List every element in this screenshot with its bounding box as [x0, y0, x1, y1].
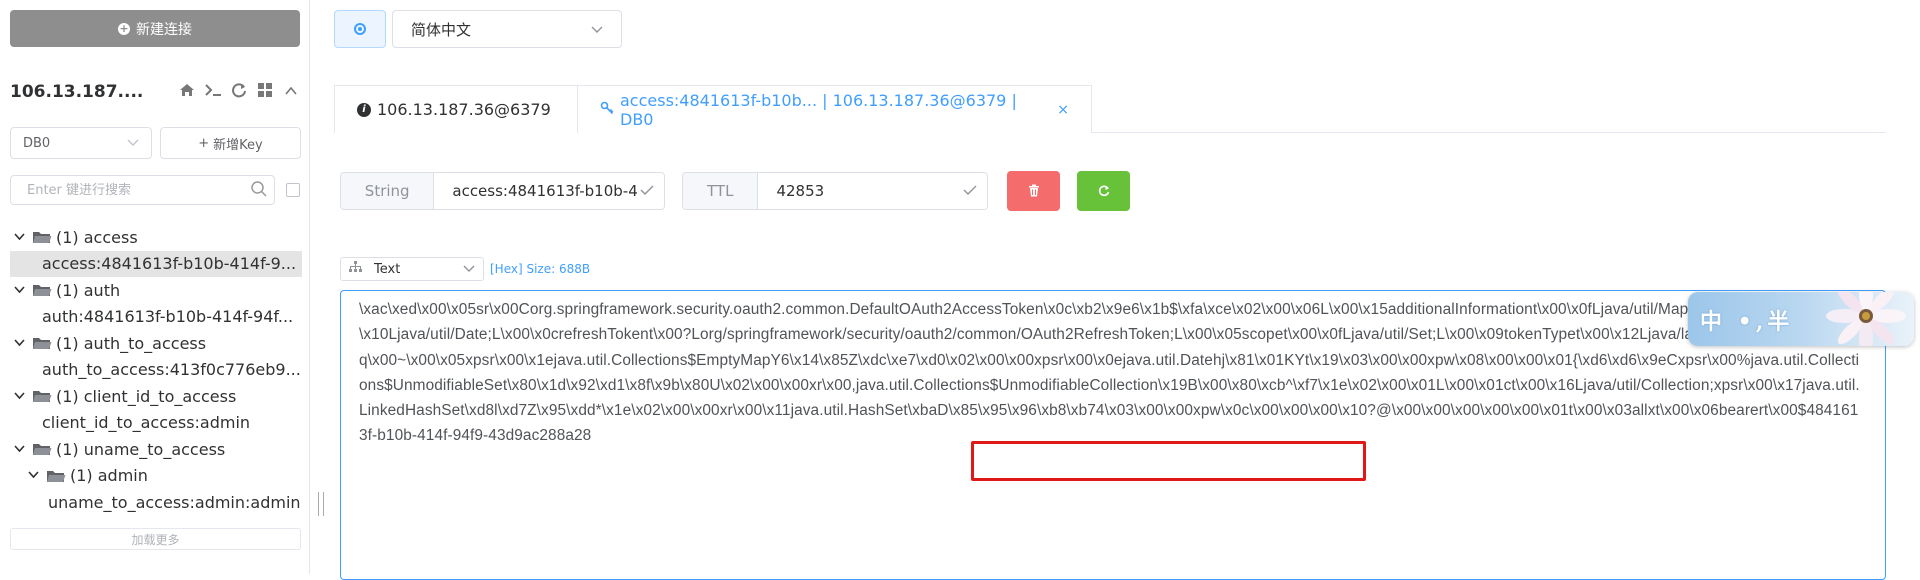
check-icon[interactable] [640, 182, 654, 200]
format-value: Text [374, 261, 401, 277]
db-select-value: DB0 [23, 135, 51, 151]
folder-open-icon [46, 468, 66, 484]
value-size-info: [Hex] Size: 688B [490, 262, 591, 276]
tree-key-item[interactable]: client_id_to_access:admin [10, 410, 302, 437]
check-icon[interactable] [963, 182, 977, 200]
load-more-button[interactable]: 加载更多 [10, 528, 301, 550]
ttl-value: 42853 [776, 182, 825, 200]
tree-item-label: uname_to_access:admin:admin [48, 492, 301, 512]
ttl-input[interactable]: 42853 [758, 173, 987, 209]
tree-item-label: client_id_to_access:admin [42, 413, 251, 433]
terminal-icon[interactable] [204, 82, 222, 102]
search-icon[interactable] [250, 180, 268, 198]
exact-search-checkbox[interactable] [286, 183, 300, 197]
tree-item-label: (1) admin [70, 466, 148, 486]
chevron-down-icon [463, 262, 475, 277]
tree-item-label: auth:4841613f-b10b-414f-94f... [42, 307, 294, 327]
key-type-label: String [341, 173, 435, 209]
trash-icon [1028, 182, 1040, 201]
tree-key-item[interactable]: auth:4841613f-b10b-414f-94f... [10, 304, 302, 331]
key-icon [600, 101, 614, 119]
caret-down-icon[interactable] [14, 337, 28, 350]
tree-item-label: (1) access [56, 227, 138, 247]
caret-down-icon[interactable] [14, 284, 28, 297]
refresh-icon[interactable] [230, 82, 248, 102]
tab-key[interactable]: access:4841613f-b10b... | 106.13.187.36@… [578, 85, 1092, 133]
refresh-key-button[interactable] [1077, 171, 1130, 211]
tab-connection[interactable]: i 106.13.187.36@6379 [334, 85, 578, 133]
caret-down-icon[interactable] [28, 469, 42, 482]
grid-icon[interactable] [256, 82, 274, 102]
radio-dot-icon [354, 23, 366, 35]
tree-folder-item[interactable]: (1) auth [10, 277, 302, 304]
search-input[interactable] [10, 175, 275, 205]
tree-key-item[interactable]: access:4841613f-b10b-414f-9... [10, 250, 302, 277]
tree-item-label: (1) auth [56, 280, 121, 300]
caret-down-icon[interactable] [14, 390, 28, 403]
value-text[interactable]: \xac\xed\x00\x05sr\x00Corg.springframewo… [359, 297, 1867, 449]
sidebar-divider [309, 0, 310, 574]
flower-icon [1806, 292, 1914, 346]
tree-item-label: (1) auth_to_access [56, 333, 207, 353]
tree-key-item[interactable]: auth_to_access:413f0c776eb9... [10, 357, 302, 384]
theme-toggle-button[interactable] [334, 10, 386, 48]
chevron-up-icon[interactable] [282, 83, 300, 102]
db-select[interactable]: DB0 [10, 127, 152, 159]
key-search [10, 175, 300, 205]
folder-open-icon [32, 388, 52, 404]
chevron-down-icon [127, 136, 139, 151]
tree-folder-item[interactable]: (1) client_id_to_access [10, 383, 302, 410]
tab-label: access:4841613f-b10b... | 106.13.187.36@… [620, 90, 1017, 129]
folder-open-icon [32, 441, 52, 457]
new-connection-button[interactable]: + 新建连接 [10, 10, 300, 47]
tree-key-item[interactable]: uname_to_access:admin:admin [10, 489, 302, 516]
new-key-label: 新增Key [213, 137, 263, 153]
key-name-group: String access:4841613f-b10b-4 [340, 172, 665, 210]
value-editor[interactable]: \xac\xed\x00\x05sr\x00Corg.springframewo… [340, 290, 1886, 580]
new-key-button[interactable]: + 新增Key [160, 127, 301, 159]
server-name[interactable]: 106.13.187.... [10, 82, 143, 102]
tree-folder-item[interactable]: (1) admin [10, 463, 302, 490]
language-select[interactable]: 简体中文 [392, 10, 622, 48]
tree-folder-item[interactable]: (1) access [10, 224, 302, 251]
tree-folder-item[interactable]: (1) auth_to_access [10, 330, 302, 357]
tree-item-label: (1) client_id_to_access [56, 386, 237, 406]
key-name-value: access:4841613f-b10b-4 [452, 182, 638, 200]
tree-folder-item[interactable]: (1) uname_to_access [10, 436, 302, 463]
resize-handle[interactable] [318, 492, 324, 516]
tree-item-label: (1) uname_to_access [56, 439, 226, 459]
ime-status-bar[interactable]: 中 •,半 [1688, 292, 1914, 346]
folder-open-icon [32, 335, 52, 351]
info-icon: i [357, 102, 371, 117]
tab-bar: i 106.13.187.36@6379 access:4841613f-b10… [334, 85, 1886, 133]
ime-label: 中 •,半 [1700, 309, 1794, 335]
delete-key-button[interactable] [1007, 171, 1060, 211]
format-lead: Text [349, 261, 400, 277]
tree-item-label: access:4841613f-b10b-414f-9... [42, 254, 297, 274]
caret-down-icon[interactable] [14, 443, 28, 456]
format-select[interactable]: Text [340, 257, 484, 281]
folder-open-icon [32, 282, 52, 298]
server-actions [178, 82, 300, 102]
close-icon[interactable]: × [1057, 102, 1069, 118]
sitemap-icon [349, 261, 362, 277]
refresh-icon [1098, 182, 1110, 201]
sidebar: + 新建连接 106.13.187.... DB0 + 新增Key Enter … [0, 0, 308, 574]
caret-down-icon[interactable] [14, 231, 28, 244]
server-header: 106.13.187.... [10, 80, 300, 104]
ttl-group: TTL 42853 [682, 172, 988, 210]
key-name-input[interactable]: access:4841613f-b10b-4 [434, 173, 664, 209]
tree-item-label: auth_to_access:413f0c776eb9... [42, 360, 301, 380]
new-connection-label: 新建连接 [136, 21, 192, 38]
ttl-label: TTL [683, 173, 759, 209]
tab-label: 106.13.187.36@6379 [377, 100, 551, 119]
language-value: 简体中文 [411, 20, 472, 39]
key-tree: (1) access access:4841613f-b10b-414f-9...… [10, 224, 302, 516]
chevron-down-icon [591, 20, 603, 38]
folder-open-icon [32, 229, 52, 245]
plus-icon: + [198, 135, 210, 151]
home-icon[interactable] [178, 82, 196, 102]
plus-circle-icon: + [118, 21, 130, 35]
